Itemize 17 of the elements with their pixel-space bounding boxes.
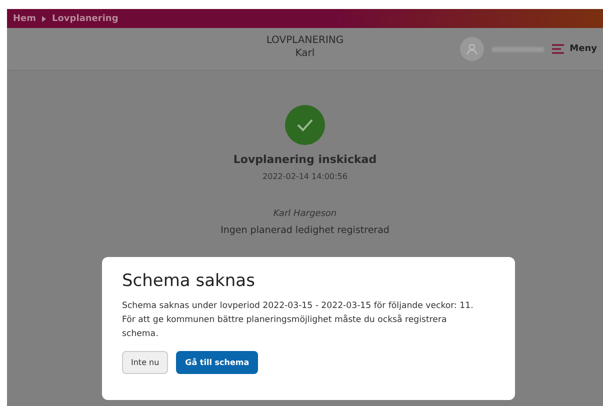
status-title: Lovplanering inskickad [233, 153, 377, 166]
timestamp: 2022-02-14 14:00:56 [262, 172, 348, 181]
page-title: LOVPLANERING [266, 34, 344, 47]
status-note: Ingen planerad ledighet registrerad [220, 225, 390, 236]
menu-icon [552, 44, 564, 54]
dialog-message: Schema saknas under lovperiod 2022-03-15 - 2022-03-15 för följande veckor: 11. För att ge kommunen bättre planeringsmöjlighet måste du också registrera schema. [122, 300, 474, 341]
secondary-button[interactable]: Inte nu [122, 351, 168, 374]
chevron-right-icon [42, 16, 46, 22]
person-name: Karl Hargeson [273, 209, 337, 219]
breadcrumb-link[interactable]: Lovplanering [52, 14, 118, 24]
menu-button[interactable]: Meny [552, 44, 597, 54]
dialog-title: Schema saknas [122, 271, 256, 291]
primary-button[interactable]: Gå till schema [176, 351, 258, 374]
page-subtitle: Karl [295, 47, 315, 60]
breadcrumb-link[interactable]: Hem [13, 14, 36, 24]
avatar-icon[interactable] [460, 37, 484, 61]
success-check-icon [285, 105, 325, 145]
